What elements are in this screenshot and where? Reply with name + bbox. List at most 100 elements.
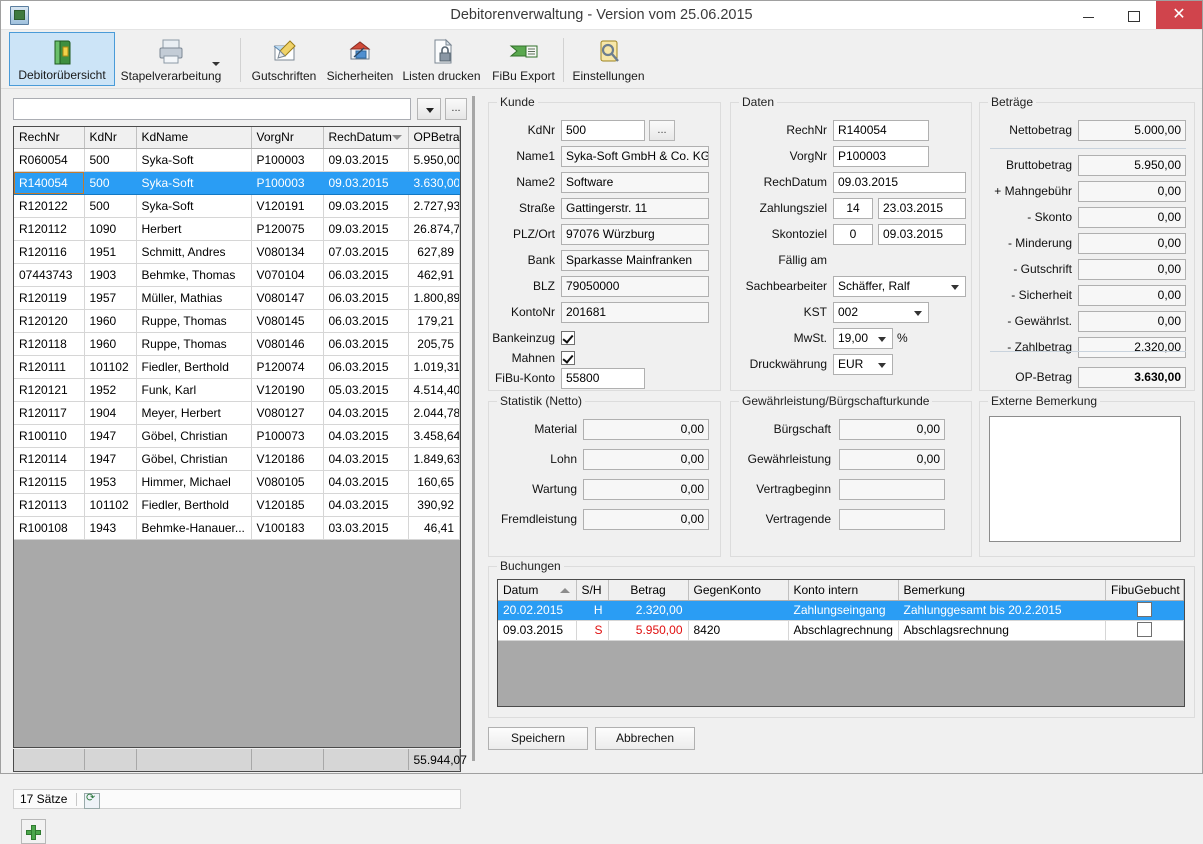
save-button[interactable]: Speichern [488,727,588,750]
column-header-konto-intern[interactable]: Konto intern [788,580,898,600]
table-row[interactable]: R1201191957Müller, MathiasV08014706.03.2… [14,286,460,309]
value-betraege-0[interactable]: 5.000,00 [1078,120,1186,141]
column-header-opbetrag[interactable]: OPBetrag [408,127,460,148]
mwst-select[interactable]: 19,00 [833,328,893,349]
skontoziel-tage-field[interactable]: 0 [833,224,873,245]
table-row[interactable]: R1001081943Behmke-Hanauer...V10018303.03… [14,516,460,539]
toolbar-item-gutschriften[interactable]: Gutschriften [244,32,324,86]
table-row[interactable]: 09.03.2015S5.950,008420AbschlagrechnungA… [498,620,1184,640]
column-header-rechnr[interactable]: RechNr [14,127,84,148]
invoice-grid[interactable]: RechNr KdNr KdName VorgNr RechDatum OPBe… [13,126,461,748]
druckwaehrung-select[interactable]: EUR [833,354,893,375]
column-header-betrag[interactable]: Betrag [608,580,688,600]
value-statistik-3[interactable]: 0,00 [583,509,709,530]
value-betraege-8[interactable]: 2.320,00 [1078,337,1186,358]
plzort-field[interactable]: 97076 Würzburg [561,224,709,245]
column-header-sh[interactable]: S/H [576,580,608,600]
value-gewaehr-3[interactable] [839,509,945,530]
table-row[interactable]: R120111101102Fiedler, BertholdP12007406.… [14,355,460,378]
chevron-down-icon[interactable] [212,62,220,66]
toolbar-item-fibu-export[interactable]: FiBu Export [486,32,561,86]
value-gewaehr-2[interactable] [839,479,945,500]
column-header-bemerkung[interactable]: Bemerkung [898,580,1106,600]
column-header-kdname[interactable]: KdName [136,127,251,148]
table-row[interactable]: 20.02.2015H2.320,00ZahlungseingangZahlun… [498,600,1184,620]
column-header-fibugebucht[interactable]: FibuGebucht [1106,580,1184,600]
kst-select[interactable]: 002 [833,302,929,323]
search-input[interactable] [14,99,410,119]
column-header-datum[interactable]: Datum [498,580,576,600]
value-betraege-7[interactable]: 0,00 [1078,311,1186,332]
table-row[interactable]: R140054500Syka-SoftP10000309.03.20153.63… [14,171,460,194]
value-statistik-2[interactable]: 0,00 [583,479,709,500]
kontonr-field[interactable]: 201681 [561,302,709,323]
table-row[interactable]: R1201211952Funk, KarlV12019005.03.20154.… [14,378,460,401]
toolbar-item-einstellungen[interactable]: Einstellungen [566,32,651,86]
sachbearbeiter-select[interactable]: Schäffer, Ralf [833,276,966,297]
rechnr-field[interactable]: R140054 [833,120,929,141]
toolbar-item-sicherheiten[interactable]: Sicherheiten [322,32,398,86]
refresh-icon[interactable] [84,793,100,809]
search-options-button[interactable]: ... [445,98,467,120]
minimize-button[interactable] [1066,1,1111,29]
pane-splitter[interactable] [472,96,475,761]
add-record-button[interactable] [21,819,46,844]
table-row[interactable]: R060054500Syka-SoftP10000309.03.20155.95… [14,148,460,171]
table-row[interactable]: R1201181960Ruppe, ThomasV08014606.03.201… [14,332,460,355]
bank-field[interactable]: Sparkasse Mainfranken [561,250,709,271]
mahnen-checkbox[interactable] [561,351,575,365]
value-betraege-6[interactable]: 0,00 [1078,285,1186,306]
fibukonto-field[interactable]: 55800 [561,368,645,389]
search-field[interactable] [13,98,411,120]
fibugebucht-checkbox[interactable] [1137,602,1152,617]
table-row[interactable]: R1001101947Göbel, ChristianP10007304.03.… [14,424,460,447]
maximize-button[interactable] [1111,1,1156,29]
column-header-vorgnr[interactable]: VorgNr [251,127,323,148]
rechdatum-field[interactable]: 09.03.2015 [833,172,966,193]
table-row[interactable]: 074437431903Behmke, ThomasV07010406.03.2… [14,263,460,286]
externe-bemerkung-textarea[interactable] [989,416,1181,542]
buchungen-grid[interactable]: Datum S/H Betrag GegenKonto Konto intern… [497,579,1185,707]
value-gewaehr-1[interactable]: 0,00 [839,449,945,470]
value-statistik-1[interactable]: 0,00 [583,449,709,470]
search-dropdown-button[interactable] [417,98,441,120]
value-betraege-1[interactable]: 5.950,00 [1078,155,1186,176]
column-header-gegenkonto[interactable]: GegenKonto [688,580,788,600]
skontoziel-datum-field[interactable]: 09.03.2015 [878,224,966,245]
table-row[interactable]: R1201201960Ruppe, ThomasV08014506.03.201… [14,309,460,332]
column-header-rechdatum[interactable]: RechDatum [323,127,408,148]
name2-field[interactable]: Software [561,172,709,193]
value-betraege-5[interactable]: 0,00 [1078,259,1186,280]
fibugebucht-checkbox[interactable] [1137,622,1152,637]
value-gewaehr-0[interactable]: 0,00 [839,419,945,440]
cancel-button[interactable]: Abbrechen [595,727,695,750]
name1-field[interactable]: Syka-Soft GmbH & Co. KG [561,146,709,167]
blz-field[interactable]: 79050000 [561,276,709,297]
toolbar-item-debitoruebersicht[interactable]: Debitorübersicht [9,32,115,86]
column-header-kdnr[interactable]: KdNr [84,127,136,148]
zahlungsziel-tage-field[interactable]: 14 [833,198,873,219]
cell-fibugebucht[interactable] [1106,620,1184,640]
zahlungsziel-datum-field[interactable]: 23.03.2015 [878,198,966,219]
toolbar-item-listen-drucken[interactable]: Listen drucken [397,32,486,86]
value-betraege-4[interactable]: 0,00 [1078,233,1186,254]
close-button[interactable]: ✕ [1156,1,1202,29]
table-row[interactable]: R120113101102Fiedler, BertholdV12018504.… [14,493,460,516]
value-betraege-3[interactable]: 0,00 [1078,207,1186,228]
strasse-field[interactable]: Gattingerstr. 11 [561,198,709,219]
kdnr-field[interactable]: 500 [561,120,645,141]
table-row[interactable]: R1201151953Himmer, MichaelV08010504.03.2… [14,470,460,493]
toolbar-item-stapelverarbeitung[interactable]: Stapelverarbeitung [116,32,226,86]
table-row[interactable]: R1201141947Göbel, ChristianV12018604.03.… [14,447,460,470]
kdnr-lookup-button[interactable]: ... [649,120,675,141]
table-row[interactable]: R1201161951Schmitt, AndresV08013407.03.2… [14,240,460,263]
table-row[interactable]: R1201171904Meyer, HerbertV08012704.03.20… [14,401,460,424]
vorgnr-field[interactable]: P100003 [833,146,929,167]
table-row[interactable]: R1201121090HerbertP12007509.03.201526.87… [14,217,460,240]
cell-fibugebucht[interactable] [1106,600,1184,620]
value-statistik-0[interactable]: 0,00 [583,419,709,440]
bankeinzug-checkbox[interactable] [561,331,575,345]
table-row[interactable]: R120122500Syka-SoftV12019109.03.20152.72… [14,194,460,217]
value-betraege-9[interactable]: 3.630,00 [1078,367,1186,388]
value-betraege-2[interactable]: 0,00 [1078,181,1186,202]
